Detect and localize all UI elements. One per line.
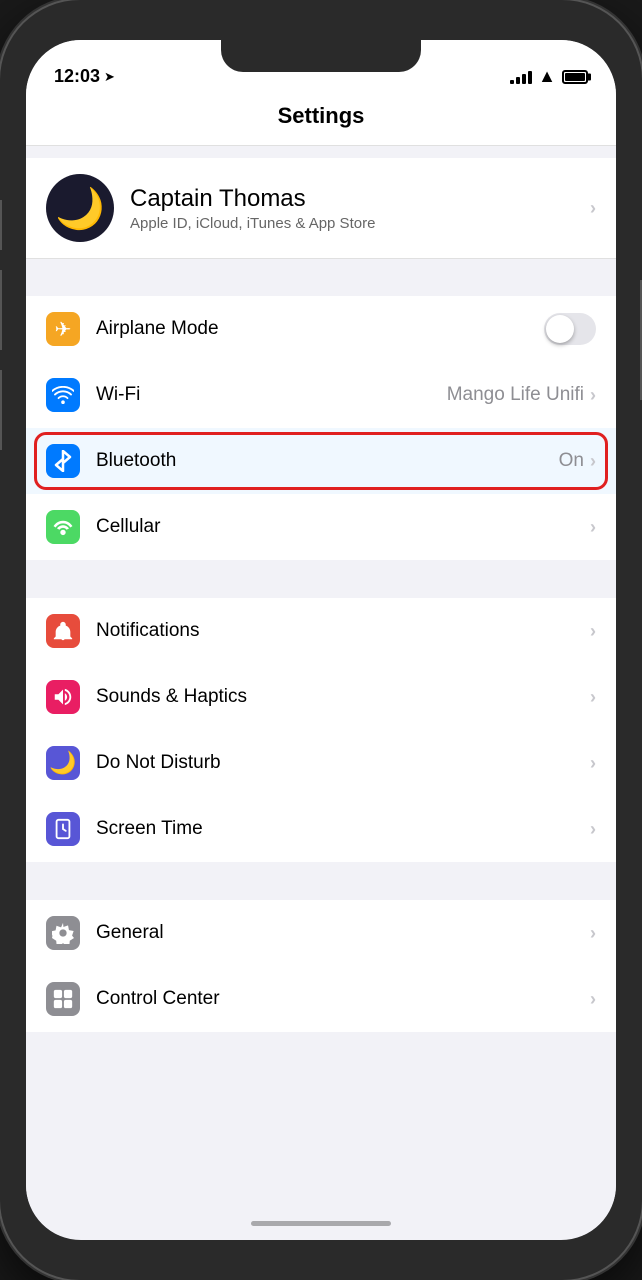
screen-time-chevron-icon: › xyxy=(590,819,596,840)
airplane-mode-icon: ✈ xyxy=(46,312,80,346)
profile-info: Captain Thomas Apple ID, iCloud, iTunes … xyxy=(130,185,590,232)
profile-row[interactable]: 🌙 Captain Thomas Apple ID, iCloud, iTune… xyxy=(26,158,616,258)
sounds-haptics-label: Sounds & Haptics xyxy=(96,686,590,708)
spacer-3 xyxy=(26,862,616,900)
notifications-label: Notifications xyxy=(96,620,590,642)
nav-bar: Settings xyxy=(26,95,616,146)
general-icon-bg xyxy=(46,916,80,950)
sounds-icon-bg xyxy=(46,680,80,714)
phone-frame: 12:03 ➤ ▲ Settings xyxy=(0,0,642,1280)
cellular-icon-bg xyxy=(46,510,80,544)
do-not-disturb-row[interactable]: 🌙 Do Not Disturb › xyxy=(26,730,616,796)
spacer-2 xyxy=(26,560,616,598)
connectivity-section: ✈ Airplane Mode Wi-Fi Mango Life Unifi › xyxy=(26,296,616,560)
battery-icon xyxy=(562,70,588,84)
bluetooth-chevron-icon: › xyxy=(590,451,596,472)
general-row[interactable]: General › xyxy=(26,900,616,966)
signal-bar-1 xyxy=(510,80,514,84)
phone-screen: 12:03 ➤ ▲ Settings xyxy=(26,40,616,1240)
control-center-label: Control Center xyxy=(96,988,590,1010)
volume-down-button[interactable] xyxy=(0,370,2,450)
bluetooth-label: Bluetooth xyxy=(96,450,559,472)
sounds-haptics-row[interactable]: Sounds & Haptics › xyxy=(26,664,616,730)
screen-time-icon-bg xyxy=(46,812,80,846)
notifications-icon-bg xyxy=(46,614,80,648)
signal-bars-icon xyxy=(510,70,532,84)
status-icons: ▲ xyxy=(510,66,588,87)
control-center-icon-bg xyxy=(46,982,80,1016)
cellular-label: Cellular xyxy=(96,516,590,538)
general-section: General › Control Center › xyxy=(26,900,616,1032)
sounds-chevron-icon: › xyxy=(590,687,596,708)
avatar: 🌙 xyxy=(46,174,114,242)
general-chevron-icon: › xyxy=(590,923,596,944)
cellular-chevron-icon: › xyxy=(590,517,596,538)
profile-section: 🌙 Captain Thomas Apple ID, iCloud, iTune… xyxy=(26,158,616,258)
dnd-icon-bg: 🌙 xyxy=(46,746,80,780)
location-arrow-icon: ➤ xyxy=(104,69,115,85)
bluetooth-value: On xyxy=(559,450,584,472)
airplane-mode-row[interactable]: ✈ Airplane Mode xyxy=(26,296,616,362)
wifi-value: Mango Life Unifi xyxy=(447,384,584,406)
wifi-chevron-icon: › xyxy=(590,385,596,406)
bottom-spacer xyxy=(26,1032,616,1082)
mute-button[interactable] xyxy=(0,200,2,250)
notch xyxy=(221,40,421,72)
airplane-mode-label: Airplane Mode xyxy=(96,318,544,340)
settings-content: 🌙 Captain Thomas Apple ID, iCloud, iTune… xyxy=(26,146,616,1235)
bluetooth-row[interactable]: Bluetooth On › xyxy=(26,428,616,494)
signal-bar-3 xyxy=(522,74,526,84)
wifi-row[interactable]: Wi-Fi Mango Life Unifi › xyxy=(26,362,616,428)
profile-chevron-icon: › xyxy=(590,198,596,219)
bluetooth-icon-bg xyxy=(46,444,80,478)
toggle-knob xyxy=(546,315,574,343)
page-title: Settings xyxy=(46,103,596,129)
general-label: General xyxy=(96,922,590,944)
profile-subtitle: Apple ID, iCloud, iTunes & App Store xyxy=(130,215,590,232)
notifications-section: Notifications › Sounds & Haptics › xyxy=(26,598,616,862)
profile-name: Captain Thomas xyxy=(130,185,590,213)
battery-fill xyxy=(565,73,585,81)
control-center-row[interactable]: Control Center › xyxy=(26,966,616,1032)
top-spacer xyxy=(26,146,616,158)
control-center-chevron-icon: › xyxy=(590,989,596,1010)
screen-time-row[interactable]: Screen Time › xyxy=(26,796,616,862)
spacer-1 xyxy=(26,258,616,296)
dnd-chevron-icon: › xyxy=(590,753,596,774)
notifications-row[interactable]: Notifications › xyxy=(26,598,616,664)
notifications-chevron-icon: › xyxy=(590,621,596,642)
do-not-disturb-label: Do Not Disturb xyxy=(96,752,590,774)
cellular-row[interactable]: Cellular › xyxy=(26,494,616,560)
screen-time-label: Screen Time xyxy=(96,818,590,840)
wifi-icon: ▲ xyxy=(538,66,556,87)
wifi-icon-bg xyxy=(46,378,80,412)
signal-bar-4 xyxy=(528,71,532,84)
wifi-label: Wi-Fi xyxy=(96,384,447,406)
airplane-mode-toggle[interactable] xyxy=(544,313,596,345)
home-indicator[interactable] xyxy=(251,1221,391,1226)
volume-up-button[interactable] xyxy=(0,270,2,350)
status-time: 12:03 xyxy=(54,66,100,87)
signal-bar-2 xyxy=(516,77,520,84)
